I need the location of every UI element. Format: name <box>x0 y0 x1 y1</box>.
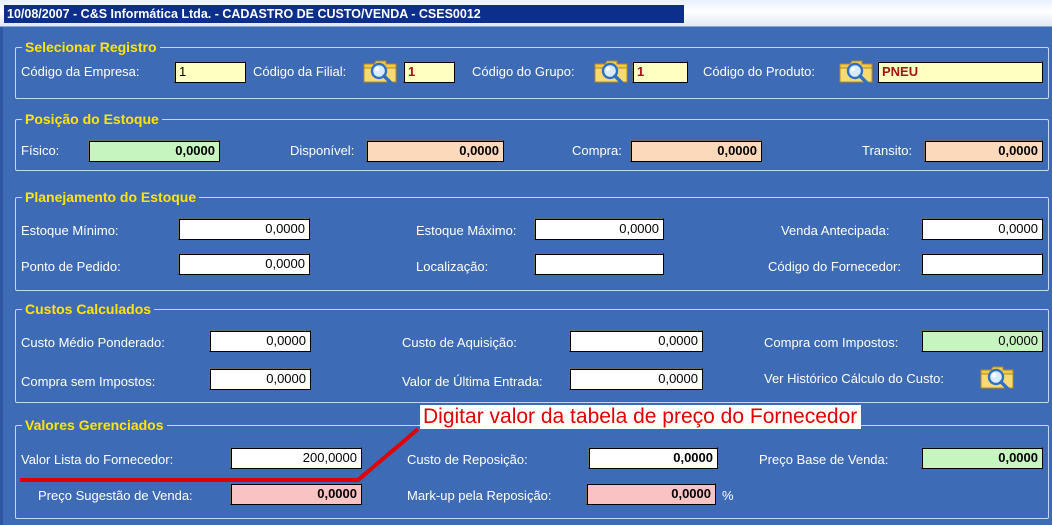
legend-valores-gerenciados: Valores Gerenciados <box>22 416 167 434</box>
preco-base-label: Preço Base de Venda: <box>759 452 889 467</box>
custo-aquisicao-field[interactable]: 0,0000 <box>569 330 703 352</box>
compra-sem-impostos-field[interactable]: 0,0000 <box>209 368 311 390</box>
fornecedor-field[interactable] <box>921 253 1043 275</box>
search-folder-icon[interactable] <box>979 364 1017 390</box>
grupo-field[interactable]: 1 <box>632 61 688 83</box>
filial-label: Código da Filial: <box>253 64 347 79</box>
custo-medio-field[interactable]: 0,0000 <box>209 330 311 352</box>
custo-medio-label: Custo Médio Ponderado: <box>21 335 165 350</box>
preco-sugestao-field[interactable]: 0,0000 <box>230 483 362 505</box>
compra-com-impostos-label: Compra com Impostos: <box>764 335 899 350</box>
group-posicao-estoque: Posição do Estoque Físico: 0,0000 Dispon… <box>15 110 1049 171</box>
fisico-field[interactable]: 0,0000 <box>88 140 220 162</box>
ultima-entrada-field[interactable]: 0,0000 <box>569 368 703 390</box>
maximo-label: Estoque Máximo: <box>416 223 517 238</box>
annotation-callout: Digitar valor da tabela de preço do Forn… <box>420 405 862 429</box>
markup-percent-unit: % <box>722 488 734 503</box>
main-window: Selecionar Registro Código da Empresa: 1… <box>0 27 1052 525</box>
window-title: 10/08/2007 - C&S Informática Ltda. - CAD… <box>4 5 684 23</box>
maximo-field[interactable]: 0,0000 <box>534 218 664 240</box>
ponto-field[interactable]: 0,0000 <box>178 253 310 275</box>
ultima-entrada-label: Valor de Última Entrada: <box>402 374 543 389</box>
grupo-label: Código do Grupo: <box>472 64 575 79</box>
fisico-label: Físico: <box>21 143 60 158</box>
venda-antecipada-field[interactable]: 0,0000 <box>921 218 1043 240</box>
ponto-label: Ponto de Pedido: <box>21 259 121 274</box>
transito-field[interactable]: 0,0000 <box>924 140 1043 162</box>
valor-lista-label: Valor Lista do Fornecedor: <box>21 452 174 467</box>
group-valores-gerenciados: Valores Gerenciados Valor Lista do Forne… <box>15 416 1049 519</box>
localizacao-field[interactable] <box>534 253 664 275</box>
group-custos-calculados: Custos Calculados Custo Médio Ponderado:… <box>15 300 1049 403</box>
venda-antecipada-label: Venda Antecipada: <box>781 223 890 238</box>
legend-planejamento-estoque: Planejamento do Estoque <box>22 188 200 206</box>
fornecedor-label: Código do Fornecedor: <box>768 259 901 274</box>
historico-label: Ver Histórico Cálculo do Custo: <box>764 371 944 386</box>
compra-com-impostos-field[interactable]: 0,0000 <box>921 330 1043 352</box>
group-planejamento-estoque: Planejamento do Estoque Estoque Mínimo: … <box>15 188 1049 291</box>
compra-field[interactable]: 0,0000 <box>630 140 762 162</box>
markup-label: Mark-up pela Reposição: <box>407 488 552 503</box>
disponivel-label: Disponível: <box>290 143 355 158</box>
search-folder-icon[interactable] <box>838 58 876 84</box>
search-folder-icon[interactable] <box>593 58 631 84</box>
title-bar: 10/08/2007 - C&S Informática Ltda. - CAD… <box>0 0 1052 27</box>
custo-reposicao-label: Custo de Reposição: <box>407 452 528 467</box>
minimo-field[interactable]: 0,0000 <box>178 218 310 240</box>
produto-label: Código do Produto: <box>703 64 816 79</box>
preco-sugestao-label: Preço Sugestão de Venda: <box>38 488 193 503</box>
preco-base-field[interactable]: 0,0000 <box>921 447 1043 469</box>
valor-lista-field[interactable]: 200,0000 <box>230 447 362 469</box>
search-folder-icon[interactable] <box>362 58 400 84</box>
minimo-label: Estoque Mínimo: <box>21 223 119 238</box>
custo-aquisicao-label: Custo de Aquisição: <box>402 335 517 350</box>
empresa-field[interactable]: 1 <box>174 61 246 83</box>
group-selecionar-registro: Selecionar Registro Código da Empresa: 1… <box>15 38 1049 99</box>
compra-label: Compra: <box>572 143 622 158</box>
legend-custos-calculados: Custos Calculados <box>22 300 155 318</box>
produto-field[interactable]: PNEU <box>877 61 1043 83</box>
custo-reposicao-field[interactable]: 0,0000 <box>588 447 718 469</box>
filial-field[interactable]: 1 <box>403 61 455 83</box>
compra-sem-impostos-label: Compra sem Impostos: <box>21 374 156 389</box>
empresa-label: Código da Empresa: <box>21 64 140 79</box>
localizacao-label: Localização: <box>416 259 489 274</box>
legend-selecionar-registro: Selecionar Registro <box>22 38 160 56</box>
transito-label: Transito: <box>862 143 913 158</box>
markup-field[interactable]: 0,0000 <box>586 483 716 505</box>
legend-posicao-estoque: Posição do Estoque <box>22 110 162 128</box>
disponivel-field[interactable]: 0,0000 <box>366 140 504 162</box>
